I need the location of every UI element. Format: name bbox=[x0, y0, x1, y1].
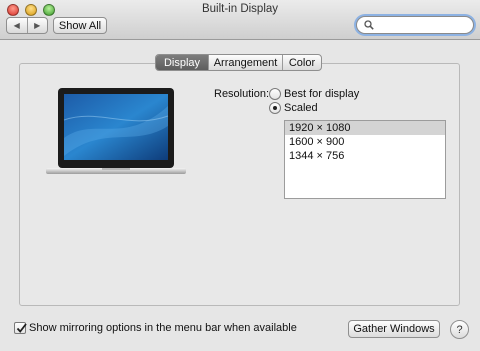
resolution-label: Resolution: bbox=[214, 88, 270, 100]
scaled-radio[interactable] bbox=[269, 102, 281, 114]
best-for-display-label[interactable]: Best for display bbox=[284, 88, 359, 100]
help-button[interactable]: ? bbox=[450, 320, 469, 339]
search-field[interactable] bbox=[356, 16, 474, 34]
back-forward-control: ◀ ▶ bbox=[6, 17, 48, 34]
resolution-option[interactable]: 1600 × 900 bbox=[285, 135, 445, 149]
checkmark-icon bbox=[16, 323, 27, 333]
mirroring-checkbox[interactable] bbox=[14, 322, 27, 334]
tab-display[interactable]: Display bbox=[156, 55, 208, 70]
laptop-display-image bbox=[46, 88, 186, 174]
tab-bar: Display Arrangement Color bbox=[155, 54, 322, 71]
mirroring-label[interactable]: Show mirroring options in the menu bar w… bbox=[29, 322, 297, 334]
resolution-list[interactable]: 1920 × 1080 1600 × 900 1344 × 756 bbox=[284, 120, 446, 199]
search-icon bbox=[364, 20, 374, 30]
back-arrow-icon[interactable]: ◀ bbox=[7, 18, 27, 33]
gather-windows-button[interactable]: Gather Windows bbox=[348, 320, 440, 338]
resolution-option[interactable]: 1344 × 756 bbox=[285, 149, 445, 163]
resolution-option[interactable]: 1920 × 1080 bbox=[285, 121, 445, 135]
tab-arrangement[interactable]: Arrangement bbox=[208, 55, 282, 70]
window-title: Built-in Display bbox=[201, 3, 279, 15]
title-bar: Built-in Display ◀ ▶ Show All bbox=[0, 0, 480, 40]
best-for-display-radio[interactable] bbox=[269, 88, 281, 100]
help-icon: ? bbox=[456, 323, 463, 336]
show-all-button[interactable]: Show All bbox=[53, 17, 107, 34]
tab-color[interactable]: Color bbox=[282, 55, 321, 70]
scaled-label[interactable]: Scaled bbox=[284, 102, 318, 114]
forward-arrow-icon[interactable]: ▶ bbox=[26, 18, 48, 33]
